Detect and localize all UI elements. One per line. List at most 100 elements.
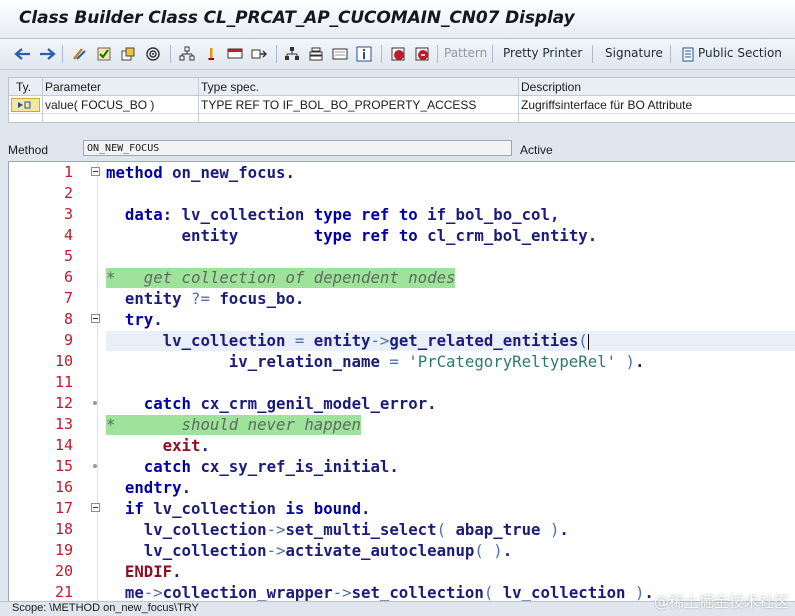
code-line-13[interactable]: 13 * should never happen [9, 414, 795, 435]
line-number: 1 [63, 163, 73, 181]
toggle-edit-icon[interactable] [69, 44, 89, 63]
code-line-6[interactable]: 6 * get collection of dependent nodes [9, 267, 795, 288]
code-text: exit. [162, 436, 210, 455]
line-number: 16 [54, 478, 73, 496]
line-number: 14 [54, 436, 73, 454]
line-number: 17 [54, 499, 73, 517]
stack-icon[interactable] [306, 44, 326, 63]
collapse-toggle-icon[interactable] [91, 167, 100, 176]
code-line-10[interactable]: 10 iv_relation_name = 'PrCategoryReltype… [9, 351, 795, 372]
line-number: 10 [54, 352, 73, 370]
line-number: 18 [54, 520, 73, 538]
code-text: iv_relation_name = 'PrCategoryReltypeRel… [106, 352, 645, 371]
test-icon[interactable] [143, 44, 163, 63]
pretty-printer-button[interactable]: Pretty Printer [503, 46, 582, 60]
hierarchy-icon[interactable] [282, 44, 302, 63]
column-header-parameter[interactable]: Parameter [45, 80, 101, 94]
code-text: me->collection_wrapper->set_collection( … [106, 583, 654, 602]
method-status: Active [520, 143, 553, 157]
collapse-toggle-icon[interactable] [91, 503, 100, 512]
code-text: try. [124, 310, 163, 329]
column-header-type-spec[interactable]: Type spec. [201, 80, 259, 94]
help-icon[interactable] [330, 44, 350, 63]
navigation-window-icon[interactable] [249, 44, 269, 63]
forward-arrow-icon[interactable] [37, 44, 57, 63]
method-name-field[interactable]: ON_NEW_FOCUS [83, 140, 512, 156]
code-line-1[interactable]: 1 method on_new_focus. [9, 162, 795, 183]
watermark: @稀土掘金技术社区 [653, 593, 789, 611]
line-number: 2 [63, 184, 73, 202]
title-bar: Class Builder Class CL_PRCAT_AP_CUCOMAIN… [0, 0, 795, 39]
code-line-18[interactable]: 18 lv_collection->set_multi_select( abap… [9, 519, 795, 540]
code-line-17[interactable]: 17 if lv_collection is bound. [9, 498, 795, 519]
code-text: ENDIF. [124, 562, 182, 581]
line-number: 5 [63, 247, 73, 265]
code-line-3[interactable]: 3 data: lv_collection type ref to if_bol… [9, 204, 795, 225]
abap-code-editor[interactable]: 1 method on_new_focus. 2 3 data: lv_coll… [8, 161, 795, 602]
line-number: 3 [63, 205, 73, 223]
code-text: lv_collection->set_multi_select( abap_tr… [106, 520, 569, 539]
activate-icon[interactable] [118, 44, 138, 63]
code-text: catch cx_sy_ref_is_initial. [143, 457, 399, 476]
collapse-toggle-icon[interactable] [91, 314, 100, 323]
signature-button[interactable]: Signature [605, 46, 663, 60]
line-number: 11 [54, 373, 73, 391]
code-text: endtry. [124, 478, 192, 497]
line-number: 21 [54, 583, 73, 601]
parameter-name-cell: value( FOCUS_BO ) [45, 98, 155, 112]
code-text: entity type ref to cl_crm_bol_entity. [106, 226, 598, 245]
table-row[interactable]: value( FOCUS_BO ) TYPE REF TO IF_BOL_BO_… [9, 96, 795, 114]
code-line-8[interactable]: 8 try. [9, 309, 795, 330]
line-number: 7 [63, 289, 73, 307]
line-number: 19 [54, 541, 73, 559]
scope-indicator: Scope: \METHOD on_new_focus\TRY [12, 602, 199, 614]
line-number: 4 [63, 226, 73, 244]
pattern-button[interactable]: Pattern [444, 46, 487, 60]
code-line-4[interactable]: 4 entity type ref to cl_crm_bol_entity. [9, 225, 795, 246]
column-header-ty[interactable]: Ty. [16, 80, 31, 94]
method-label: Method [8, 143, 49, 157]
line-number: 8 [63, 310, 73, 328]
line-number: 20 [54, 562, 73, 580]
stop-icon[interactable] [412, 44, 432, 63]
text-cursor [587, 333, 589, 350]
parameter-table: Ty. Parameter Type spec. Description val… [8, 77, 795, 123]
code-text: data: lv_collection type ref to if_bol_b… [124, 205, 560, 224]
back-arrow-icon[interactable] [13, 44, 33, 63]
code-line-19[interactable]: 19 lv_collection->activate_autocleanup( … [9, 540, 795, 561]
code-text-current-line: lv_collection = entity->get_related_enti… [106, 331, 795, 351]
check-icon[interactable] [94, 44, 114, 63]
code-line-5[interactable]: 5 [9, 246, 795, 267]
code-line-2[interactable]: 2 [9, 183, 795, 204]
code-line-14[interactable]: 14 exit. [9, 435, 795, 456]
insert-statement-icon[interactable] [388, 44, 408, 63]
window-title: Class Builder Class CL_PRCAT_AP_CUCOMAIN… [19, 8, 575, 28]
code-line-7[interactable]: 7 entity ?= focus_bo. [9, 288, 795, 309]
code-text: lv_collection->activate_autocleanup( ). [106, 541, 513, 560]
document-icon [680, 45, 696, 64]
description-cell: Zugriffsinterface für BO Attribute [521, 98, 693, 112]
code-text: entity ?= focus_bo. [106, 289, 305, 308]
code-line-11[interactable]: 11 [9, 372, 795, 393]
where-used-icon[interactable] [177, 44, 197, 63]
code-comment: * should never happen [106, 415, 362, 435]
line-number: 13 [54, 415, 73, 433]
code-line-15[interactable]: 15 catch cx_sy_ref_is_initial. [9, 456, 795, 477]
column-header-description[interactable]: Description [521, 80, 581, 94]
type-spec-cell: TYPE REF TO IF_BOL_BO_PROPERTY_ACCESS [201, 98, 477, 112]
code-text: catch cx_crm_genil_model_error. [143, 394, 437, 413]
code-line-12[interactable]: 12 catch cx_crm_genil_model_error. [9, 393, 795, 414]
code-line-20[interactable]: 20 ENDIF. [9, 561, 795, 582]
breakpoint-icon[interactable] [201, 44, 221, 63]
code-line-9[interactable]: 9 lv_collection = entity->get_related_en… [9, 330, 795, 351]
display-object-list-icon[interactable] [225, 44, 245, 63]
info-icon[interactable] [354, 44, 374, 63]
code-comment: * get collection of dependent nodes [106, 268, 456, 288]
line-number: 6 [63, 268, 73, 286]
public-section-button[interactable]: Public Section [698, 46, 782, 60]
code-line-16[interactable]: 16 endtry. [9, 477, 795, 498]
code-text: if lv_collection is bound. [124, 499, 371, 518]
parameter-table-header: Ty. Parameter Type spec. Description [9, 78, 795, 96]
application-toolbar: Pattern Pretty Printer Signature Public … [0, 39, 795, 70]
line-number: 9 [63, 331, 73, 349]
